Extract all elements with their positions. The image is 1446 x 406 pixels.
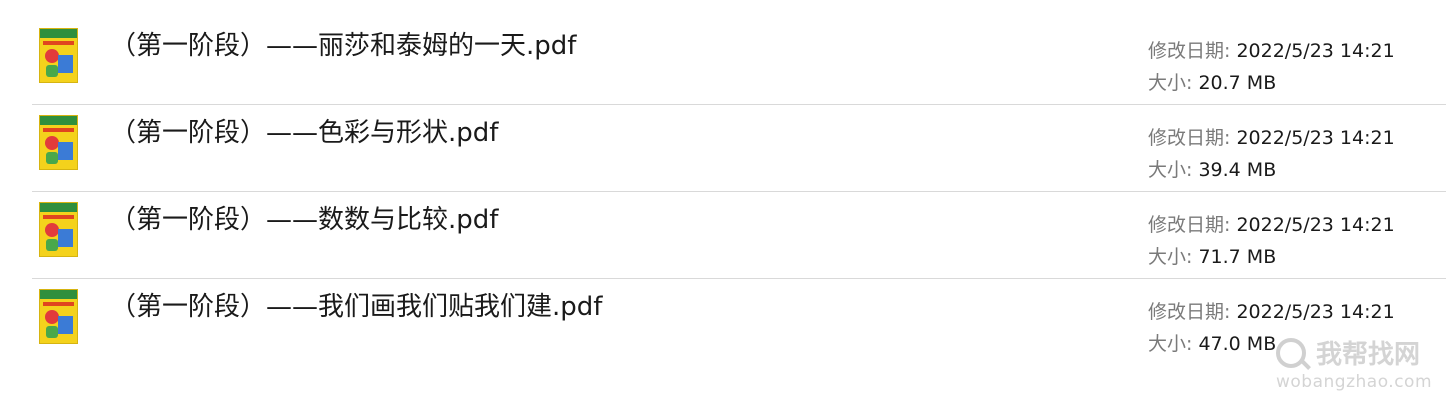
modified-value: 2022/5/23 14:21 xyxy=(1236,214,1395,236)
file-meta: 修改日期: 2022/5/23 14:21 大小: 39.4 MB xyxy=(1148,122,1395,186)
file-meta: 修改日期: 2022/5/23 14:21 大小: 20.7 MB xyxy=(1148,35,1395,99)
watermark-url: wobangzhao.com xyxy=(1276,372,1433,392)
modified-value: 2022/5/23 14:21 xyxy=(1236,40,1395,62)
file-name: （第一阶段）——丽莎和泰姆的一天.pdf xyxy=(110,31,577,61)
size-value: 71.7 MB xyxy=(1198,246,1277,268)
watermark: 我帮找网 wobangzhao.com xyxy=(1276,334,1436,398)
modified-label: 修改日期: xyxy=(1148,40,1231,62)
size-label: 大小: xyxy=(1148,159,1193,181)
watermark-text: 我帮找网 xyxy=(1316,340,1421,370)
size-value: 47.0 MB xyxy=(1198,333,1277,355)
magnifier-icon xyxy=(1276,337,1306,368)
modified-value: 2022/5/23 14:21 xyxy=(1236,301,1395,323)
pdf-thumbnail-icon xyxy=(39,202,78,257)
file-name: （第一阶段）——我们画我们贴我们建.pdf xyxy=(110,292,603,322)
file-list: （第一阶段）——丽莎和泰姆的一天.pdf 修改日期: 2022/5/23 14:… xyxy=(0,0,1446,406)
size-value: 39.4 MB xyxy=(1198,159,1277,181)
file-name: （第一阶段）——数数与比较.pdf xyxy=(110,205,499,235)
modified-label: 修改日期: xyxy=(1148,214,1231,236)
pdf-thumbnail-icon xyxy=(39,28,78,83)
file-item[interactable]: （第一阶段）——我们画我们贴我们建.pdf 修改日期: 2022/5/23 14… xyxy=(32,279,1446,366)
file-name: （第一阶段）——色彩与形状.pdf xyxy=(110,118,499,148)
modified-value: 2022/5/23 14:21 xyxy=(1236,127,1395,149)
size-label: 大小: xyxy=(1148,333,1193,355)
size-label: 大小: xyxy=(1148,246,1193,268)
file-item[interactable]: （第一阶段）——色彩与形状.pdf 修改日期: 2022/5/23 14:21 … xyxy=(32,105,1446,192)
pdf-thumbnail-icon xyxy=(39,289,78,344)
modified-label: 修改日期: xyxy=(1148,301,1231,323)
size-value: 20.7 MB xyxy=(1198,72,1277,94)
size-label: 大小: xyxy=(1148,72,1193,94)
modified-label: 修改日期: xyxy=(1148,127,1231,149)
file-meta: 修改日期: 2022/5/23 14:21 大小: 71.7 MB xyxy=(1148,209,1395,273)
file-item[interactable]: （第一阶段）——丽莎和泰姆的一天.pdf 修改日期: 2022/5/23 14:… xyxy=(32,18,1446,105)
file-item[interactable]: （第一阶段）——数数与比较.pdf 修改日期: 2022/5/23 14:21 … xyxy=(32,192,1446,279)
pdf-thumbnail-icon xyxy=(39,115,78,170)
